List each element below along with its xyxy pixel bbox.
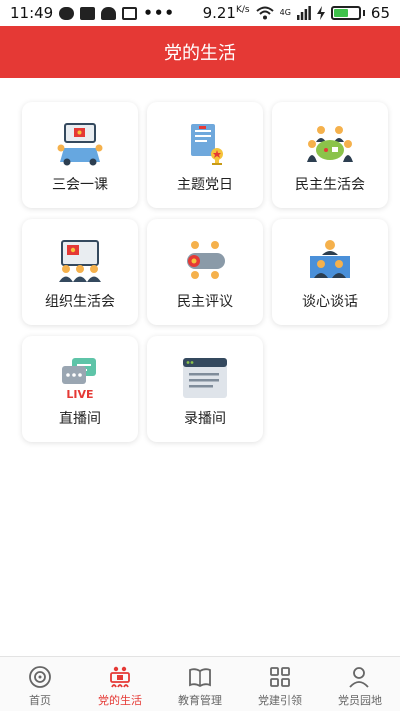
battery-icon xyxy=(330,6,361,20)
recording-icon xyxy=(183,358,227,398)
tile-label: 民主生活会 xyxy=(295,177,365,193)
tile-theme-party-day[interactable]: 主题党日 xyxy=(147,102,263,208)
battery-cap xyxy=(362,10,365,16)
tile-democratic-review[interactable]: 民主评议 xyxy=(147,219,263,325)
news-notification-icon xyxy=(122,6,138,20)
nav-label: 党员园地 xyxy=(338,694,382,707)
tile-label: 组织生活会 xyxy=(45,294,115,310)
nav-party-life[interactable]: 党的生活 xyxy=(80,657,160,711)
tile-label: 录播间 xyxy=(184,411,226,427)
tile-label: 主题党日 xyxy=(177,177,233,193)
audience-icon xyxy=(59,240,101,282)
grid-icon xyxy=(270,667,290,687)
tile-label: 民主评议 xyxy=(177,294,233,310)
more-notifications-icon: ••• xyxy=(143,4,175,22)
status-left: 11:49 ••• xyxy=(10,4,175,22)
nav-label: 教育管理 xyxy=(178,694,222,707)
chat-notification-icon xyxy=(59,6,75,20)
signal-type: 4G xyxy=(279,8,291,17)
tile-heart-to-heart-talk[interactable]: 谈心谈话 xyxy=(272,219,388,325)
member-icon xyxy=(349,667,369,688)
nav-label: 首页 xyxy=(29,694,51,707)
nav-member-garden[interactable]: 党员园地 xyxy=(320,657,400,711)
tile-live-room[interactable]: LIVE 直播间 xyxy=(22,336,138,442)
talk-icon xyxy=(310,240,350,278)
tile-democratic-life-meeting[interactable]: 民主生活会 xyxy=(272,102,388,208)
live-icon: LIVE xyxy=(62,358,96,400)
network-speed-unit: K/s xyxy=(235,5,250,15)
wifi-icon xyxy=(255,6,274,20)
signal-icon xyxy=(296,6,311,20)
tile-label: 三会一课 xyxy=(52,177,108,193)
network-speed-value: 9.21 xyxy=(202,4,236,22)
tile-three-meetings[interactable]: 三会一课 xyxy=(22,102,138,208)
status-time: 11:49 xyxy=(10,4,54,22)
nav-education[interactable]: 教育管理 xyxy=(160,657,240,711)
charging-icon xyxy=(316,6,325,20)
review-icon xyxy=(187,241,225,279)
status-bar: 11:49 ••• 9.21K/s 4G 65 xyxy=(0,0,400,26)
battery-level xyxy=(333,9,349,17)
svg-text:LIVE: LIVE xyxy=(66,388,93,400)
nav-label: 党建引领 xyxy=(258,694,302,707)
app-notification-icon xyxy=(80,6,96,20)
bottom-nav: 首页 党的生活 教育管理 党建引领 党员园地 xyxy=(0,656,400,711)
page-title: 党的生活 xyxy=(164,43,236,64)
nav-party-building[interactable]: 党建引领 xyxy=(240,657,320,711)
meeting-icon xyxy=(57,123,103,166)
tile-label: 直播间 xyxy=(59,411,101,427)
tile-label: 谈心谈话 xyxy=(302,294,358,310)
round-table-icon xyxy=(307,126,353,162)
tile-recording-room[interactable]: 录播间 xyxy=(147,336,263,442)
status-right: 9.21K/s 4G 65 xyxy=(203,4,390,22)
home-icon xyxy=(29,666,51,688)
tile-organization-life-meeting[interactable]: 组织生活会 xyxy=(22,219,138,325)
document-trophy-icon xyxy=(191,124,223,165)
nav-home[interactable]: 首页 xyxy=(0,657,80,711)
title-bar: 党的生活 xyxy=(0,26,400,78)
nav-label: 党的生活 xyxy=(98,694,142,707)
battery-percent: 65 xyxy=(370,4,390,22)
book-icon xyxy=(189,668,211,688)
party-life-icon xyxy=(110,666,130,688)
heart-notification-icon xyxy=(101,6,117,20)
network-speed: 9.21K/s xyxy=(203,4,250,22)
